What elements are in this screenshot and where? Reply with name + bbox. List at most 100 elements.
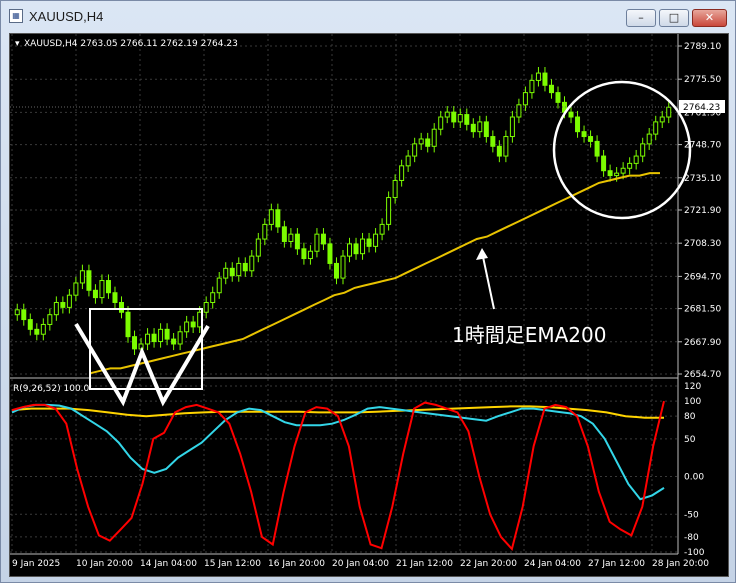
candle-body — [601, 155, 607, 172]
chart-area[interactable]: 2789.10 2775.50 2761.90 2748.70 2735.10 2721.… — [9, 33, 729, 577]
candle-body — [223, 267, 229, 279]
candle-body — [418, 138, 424, 145]
candle-body — [373, 233, 379, 247]
arrow-shaft — [481, 251, 495, 310]
candle-body — [307, 250, 313, 260]
candle-body — [640, 143, 646, 157]
arrow-head-icon — [476, 248, 488, 260]
candle-body — [399, 165, 405, 181]
candle-body — [431, 128, 437, 147]
title-bar[interactable]: ▦ XAUUSD,H4 – □ ✕ — [1, 1, 735, 33]
time-tick-label: 21 Jan 12:00 — [396, 559, 453, 569]
candle-body — [653, 121, 659, 135]
candle-body — [210, 292, 216, 303]
time-tick-label: 15 Jan 12:00 — [204, 559, 261, 569]
window-title: XAUUSD,H4 — [29, 9, 104, 24]
candle-body — [659, 116, 665, 123]
candle-body — [236, 262, 242, 277]
indicator-tick-label: 50 — [684, 435, 696, 445]
maximize-button[interactable]: □ — [659, 9, 689, 27]
candle-body — [568, 111, 574, 118]
candle-body — [392, 179, 398, 199]
indicator-tick-label: 0.00 — [684, 473, 704, 483]
price-tick-label: 2694.70 — [684, 272, 721, 282]
oscillator-red-line — [11, 400, 665, 552]
candle-body — [164, 328, 170, 340]
price-tick-label: 2789.10 — [684, 42, 721, 52]
candle-body — [288, 233, 294, 242]
candle-body — [79, 270, 85, 284]
candle-body — [66, 294, 72, 308]
time-tick-label: 14 Jan 04:00 — [140, 559, 197, 569]
candle-body — [620, 167, 626, 174]
candle-body — [483, 121, 489, 138]
chart-svg[interactable]: 2789.102775.502761.902748.702735.102721.… — [10, 34, 728, 576]
candle-body — [646, 133, 652, 145]
candle-body — [607, 170, 613, 177]
candle-body — [503, 136, 509, 157]
candle-body — [132, 336, 138, 350]
candle-body — [60, 301, 66, 308]
candle-body — [314, 233, 320, 252]
price-tick-label: 2721.90 — [684, 206, 721, 216]
candle-body — [340, 255, 346, 279]
candle-body — [588, 136, 594, 142]
candle-body — [347, 243, 353, 257]
dropdown-arrow-icon[interactable]: ▾ — [15, 39, 20, 49]
current-price-label: 2764.23 — [683, 103, 720, 113]
candle-body — [203, 301, 209, 313]
candle-body — [34, 328, 40, 335]
candle-body — [379, 223, 385, 235]
candle-body — [451, 111, 457, 123]
candle-body — [509, 116, 515, 138]
candle-body — [73, 282, 79, 296]
candle-body — [125, 311, 131, 338]
ema-annotation-text: 1時間足EMA200 — [452, 323, 606, 347]
time-tick-label: 24 Jan 04:00 — [524, 559, 581, 569]
indicator-tick-label: 100 — [684, 397, 701, 407]
candle-body — [594, 140, 600, 157]
close-button[interactable]: ✕ — [692, 9, 727, 27]
candle-body — [14, 309, 20, 316]
candle-body — [555, 92, 561, 103]
price-tick-label: 2735.10 — [684, 174, 721, 184]
time-axis: 9 Jan 2025 10 Jan 20:00 14 Jan 04:00 15 Jan… — [12, 559, 709, 569]
time-tick-label: 16 Jan 20:00 — [268, 559, 325, 569]
time-tick-label: 27 Jan 12:00 — [588, 559, 645, 569]
candle-body — [242, 262, 248, 272]
candle-body — [412, 143, 418, 157]
chart-window-icon: ▦ — [9, 9, 23, 23]
candle-body — [464, 114, 470, 125]
time-tick-label: 10 Jan 20:00 — [76, 559, 133, 569]
indicator-axis: 120 100 80 50 0.00 -50 -80 -100 — [684, 382, 705, 558]
time-tick-label: 28 Jan 20:00 — [652, 559, 709, 569]
candle-body — [542, 72, 548, 86]
candle-body — [158, 328, 164, 343]
candle-body — [145, 333, 151, 345]
candle-body — [99, 280, 105, 299]
candle-body — [320, 233, 326, 245]
candle-body — [633, 155, 639, 164]
candle-body — [386, 197, 392, 225]
price-tick-label: 2775.50 — [684, 75, 721, 85]
candle-body — [262, 223, 268, 240]
candle-body — [249, 255, 255, 272]
candle-body — [27, 319, 33, 330]
price-tick-label: 2667.90 — [684, 338, 721, 348]
candlestick-series — [14, 66, 672, 355]
annotation-arrow — [476, 248, 495, 310]
candle-body — [529, 79, 535, 94]
candle-body — [333, 262, 339, 279]
candle-body — [171, 338, 177, 345]
candle-body — [522, 92, 528, 106]
candle-body — [294, 233, 300, 250]
candle-body — [438, 116, 444, 130]
candle-body — [548, 84, 554, 94]
candle-body — [184, 321, 190, 333]
time-tick-label: 22 Jan 20:00 — [460, 559, 517, 569]
candle-body — [666, 106, 672, 118]
minimize-button[interactable]: – — [626, 9, 656, 27]
indicator-tick-label: -80 — [684, 533, 699, 543]
candle-body — [353, 243, 359, 255]
candle-body — [268, 209, 274, 225]
